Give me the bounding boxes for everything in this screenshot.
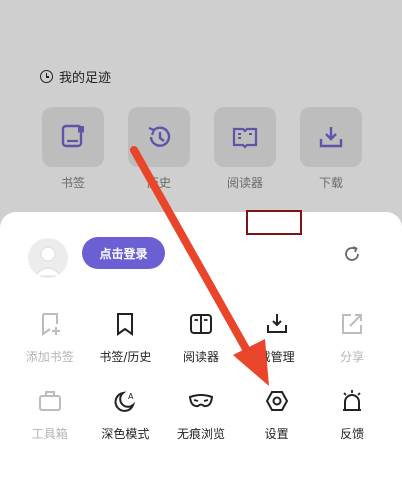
menu-item-label: 分享: [340, 350, 365, 364]
shortcut-history-label: 历史: [146, 176, 171, 190]
menu-item-label: 书签/历史: [99, 350, 152, 364]
history-section-title: 我的足迹: [40, 67, 111, 86]
menu-item-add-bookmark[interactable]: 添加书签: [13, 310, 87, 365]
menu-item-toolbox[interactable]: 工具箱: [13, 387, 87, 442]
menu-item-label: 无痕浏览: [176, 427, 225, 441]
history-shortcut-row: 书签 历史 阅读器 下载: [42, 107, 362, 191]
refresh-icon[interactable]: [342, 244, 362, 264]
shortcut-download-label: 下载: [318, 176, 343, 190]
add-bookmark-icon: [41, 313, 60, 336]
download-manage-icon: [266, 314, 287, 333]
menu-bottom-sheet: 点击登录 添加书签 书签/历史 阅读器 载管理 分享 工具箱 A 深色模式 无痕…: [0, 212, 402, 481]
menu-item-bookmarks-history[interactable]: 书签/历史: [88, 310, 162, 365]
login-button[interactable]: 点击登录: [82, 237, 165, 269]
reader-book-icon: [232, 127, 258, 149]
menu-item-settings[interactable]: 设置: [240, 387, 314, 442]
shortcut-reader-label: 阅读器: [226, 176, 263, 190]
menu-item-feedback[interactable]: 反馈: [315, 387, 389, 442]
shortcut-history[interactable]: 历史: [128, 107, 190, 191]
user-avatar-icon: [33, 246, 63, 277]
settings-hexagon-icon: [265, 391, 288, 411]
menu-item-dark-mode[interactable]: A 深色模式: [88, 387, 162, 442]
shortcut-bookmarks[interactable]: 书签: [42, 107, 104, 191]
shortcut-reader[interactable]: 阅读器: [214, 107, 276, 191]
feedback-bell-icon: [343, 390, 362, 411]
avatar[interactable]: [28, 238, 68, 278]
dark-mode-icon: A: [114, 391, 136, 412]
settings-highlight-box: [246, 210, 302, 235]
share-icon: [342, 314, 363, 334]
bookmark-book-icon: [61, 124, 84, 148]
menu-item-label: 阅读器: [182, 350, 219, 364]
shortcut-bookmarks-label: 书签: [60, 176, 85, 190]
menu-item-share[interactable]: 分享: [315, 310, 389, 365]
menu-item-label: 深色模式: [101, 427, 150, 441]
menu-row-2: 工具箱 A 深色模式 无痕浏览 设置 反馈: [0, 387, 402, 442]
shortcut-download[interactable]: 下载: [300, 107, 362, 191]
menu-item-incognito[interactable]: 无痕浏览: [164, 387, 238, 442]
history-clock-icon: [148, 126, 171, 147]
menu-item-download-manager[interactable]: 载管理: [240, 310, 314, 365]
bookmark-icon: [117, 313, 134, 336]
svg-text:A: A: [128, 392, 134, 401]
toolbox-icon: [38, 391, 61, 411]
menu-item-label: 反馈: [340, 427, 365, 441]
clock-icon: [40, 70, 53, 83]
menu-item-reader[interactable]: 阅读器: [164, 310, 238, 365]
menu-item-label: 设置: [264, 427, 289, 441]
incognito-mask-icon: [188, 394, 214, 408]
download-tray-icon: [319, 127, 343, 148]
reader-icon: [189, 314, 212, 334]
menu-item-label: 工具箱: [31, 427, 68, 441]
menu-row-1: 添加书签 书签/历史 阅读器 载管理 分享: [0, 310, 402, 365]
history-section-label: 我的足迹: [59, 71, 112, 86]
menu-item-label: 载管理: [258, 350, 295, 364]
menu-item-label: 添加书签: [25, 350, 74, 364]
